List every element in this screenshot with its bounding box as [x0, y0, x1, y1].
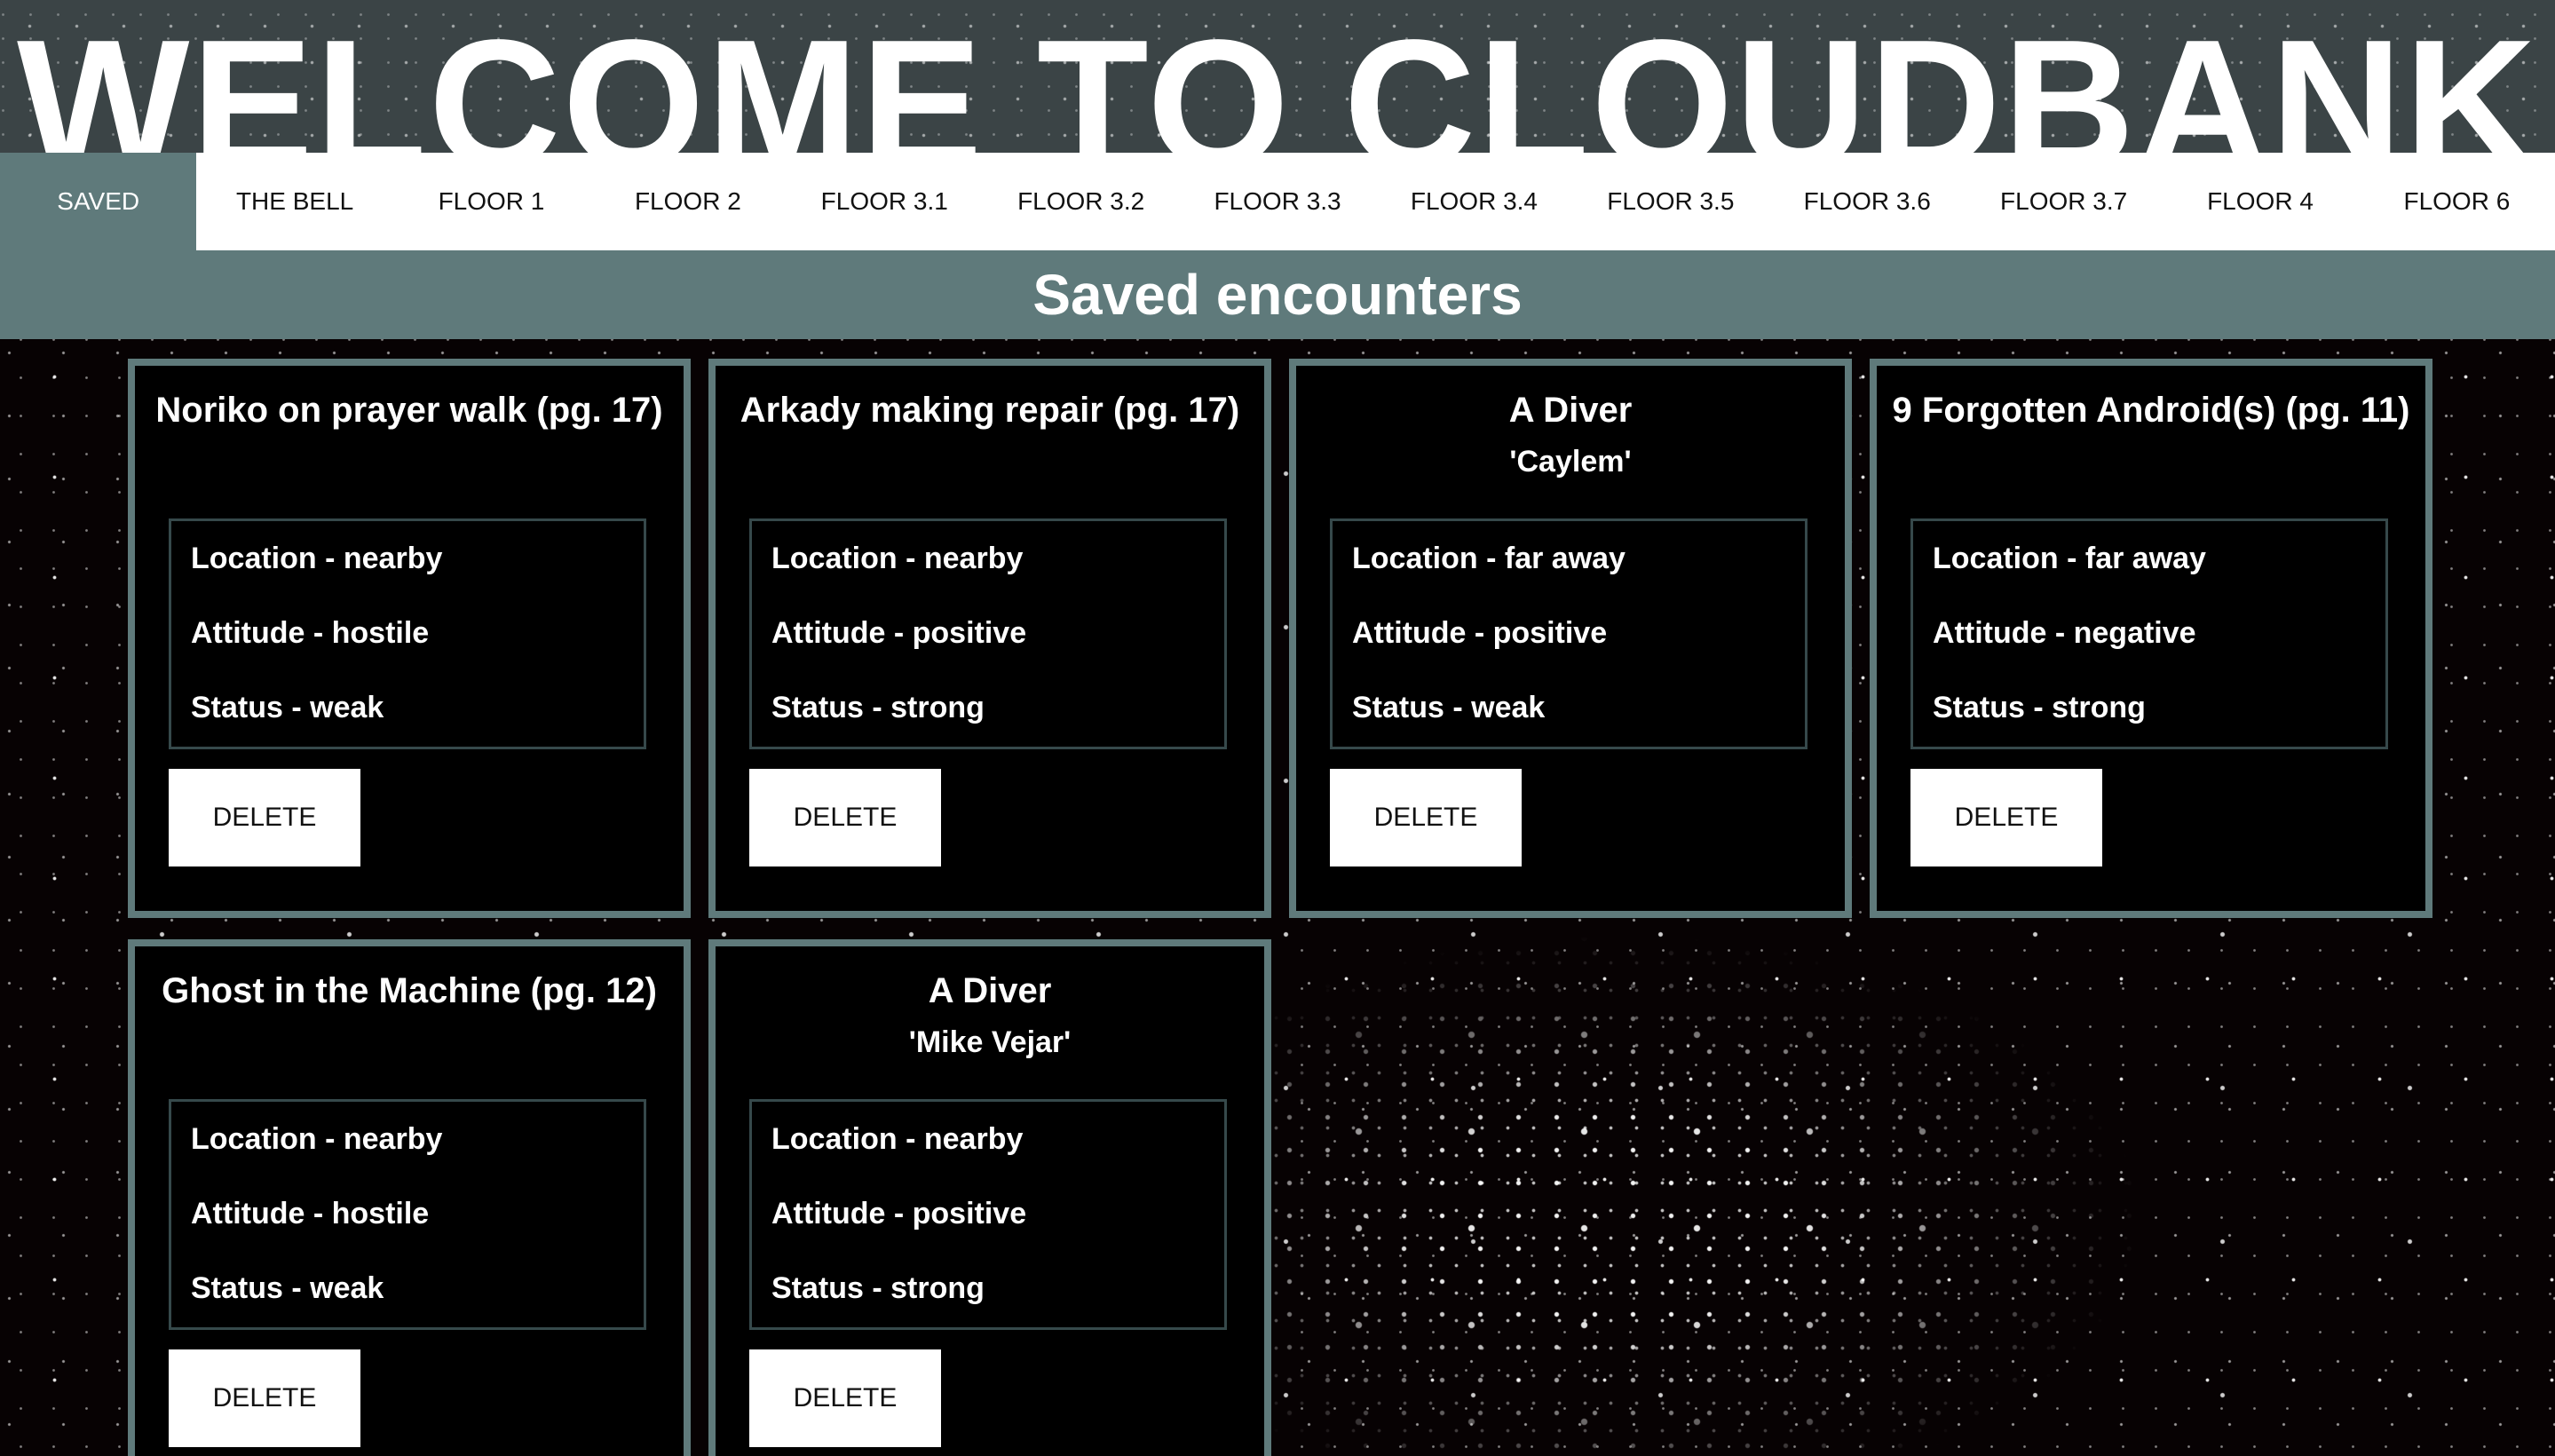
encounter-title: 9 Forgotten Android(s) (pg. 11) [1892, 391, 2410, 430]
encounter-card: 9 Forgotten Android(s) (pg. 11) Location… [1870, 359, 2432, 918]
encounter-title: A Diver [928, 971, 1052, 1010]
floor-nav: SAVED THE BELL FLOOR 1 FLOOR 2 FLOOR 3.1… [0, 153, 2555, 250]
encounter-card: A Diver 'Mike Vejar' Location - nearby A… [708, 939, 1271, 1456]
encounter-title: Arkady making repair (pg. 17) [740, 391, 1240, 430]
delete-button[interactable]: DELETE [749, 769, 941, 866]
nav-tab-floor-3-5[interactable]: FLOOR 3.5 [1572, 153, 1768, 250]
encounter-location: Location - nearby [771, 542, 1024, 575]
site-title: WELCOME TO CLOUDBANK [17, 2, 2538, 154]
delete-button[interactable]: DELETE [1330, 769, 1522, 866]
encounter-status: Status - strong [1933, 691, 2146, 724]
encounter-status: Status - weak [191, 691, 384, 724]
encounter-details: Location - nearby Attitude - hostile Sta… [169, 518, 646, 749]
nav-tab-floor-3-3[interactable]: FLOOR 3.3 [1179, 153, 1375, 250]
encounter-card: A Diver 'Caylem' Location - far away Att… [1289, 359, 1852, 918]
nav-tab-floor-3-1[interactable]: FLOOR 3.1 [787, 153, 983, 250]
encounter-title: Ghost in the Machine (pg. 12) [162, 971, 657, 1010]
encounter-status: Status - weak [1352, 691, 1546, 724]
encounter-details: Location - nearby Attitude - positive St… [749, 1099, 1227, 1330]
encounter-attitude: Attitude - positive [771, 616, 1027, 650]
encounter-details: Location - nearby Attitude - hostile Sta… [169, 1099, 646, 1330]
delete-button[interactable]: DELETE [169, 769, 360, 866]
encounter-attitude: Attitude - hostile [191, 1197, 430, 1230]
encounter-card: Ghost in the Machine (pg. 12) Location -… [128, 939, 691, 1456]
encounter-location: Location - far away [1352, 542, 1626, 575]
encounter-status: Status - strong [771, 691, 985, 724]
nav-tab-floor-3-6[interactable]: FLOOR 3.6 [1769, 153, 1966, 250]
encounter-subtitle: 'Caylem' [1509, 445, 1632, 479]
delete-button[interactable]: DELETE [749, 1349, 941, 1447]
section-title: Saved encounters [1032, 263, 1523, 327]
encounter-subtitle: 'Mike Vejar' [908, 1025, 1072, 1059]
nav-tab-floor-3-2[interactable]: FLOOR 3.2 [983, 153, 1179, 250]
nav-tab-floor-3-4[interactable]: FLOOR 3.4 [1376, 153, 1572, 250]
nav-tab-floor-6[interactable]: FLOOR 6 [2359, 153, 2555, 250]
encounter-details: Location - far away Attitude - negative … [1910, 518, 2388, 749]
nav-tab-saved[interactable]: SAVED [0, 153, 197, 250]
nav-tab-floor-1[interactable]: FLOOR 1 [393, 153, 589, 250]
encounter-attitude: Attitude - positive [771, 1197, 1027, 1230]
nav-tab-floor-4[interactable]: FLOOR 4 [2162, 153, 2358, 250]
nav-tab-floor-2[interactable]: FLOOR 2 [589, 153, 786, 250]
encounter-attitude: Attitude - negative [1933, 616, 2196, 650]
encounter-title: Noriko on prayer walk (pg. 17) [155, 391, 663, 430]
encounter-details: Location - nearby Attitude - positive St… [749, 518, 1227, 749]
delete-button[interactable]: DELETE [1910, 769, 2102, 866]
encounter-status: Status - strong [771, 1271, 985, 1305]
starfield-background [1261, 932, 2148, 1456]
encounter-status: Status - weak [191, 1271, 384, 1305]
encounter-title: A Diver [1508, 391, 1633, 430]
encounter-location: Location - nearby [771, 1122, 1024, 1156]
site-header: WELCOME TO CLOUDBANK [0, 0, 2555, 154]
encounter-details: Location - far away Attitude - positive … [1330, 518, 1807, 749]
page: WELCOME TO CLOUDBANK SAVED THE BELL FLOO… [0, 0, 2555, 1456]
encounter-card: Noriko on prayer walk (pg. 17) Location … [128, 359, 691, 918]
encounter-location: Location - far away [1933, 542, 2206, 575]
encounter-location: Location - nearby [191, 542, 443, 575]
encounter-location: Location - nearby [191, 1122, 443, 1156]
encounter-attitude: Attitude - positive [1352, 616, 1608, 650]
nav-tab-the-bell[interactable]: THE BELL [196, 153, 392, 250]
encounter-card: Arkady making repair (pg. 17) Location -… [708, 359, 1271, 918]
delete-button[interactable]: DELETE [169, 1349, 360, 1447]
encounter-attitude: Attitude - hostile [191, 616, 430, 650]
nav-tab-floor-3-7[interactable]: FLOOR 3.7 [1966, 153, 2162, 250]
section-header: Saved encounters [0, 250, 2555, 339]
